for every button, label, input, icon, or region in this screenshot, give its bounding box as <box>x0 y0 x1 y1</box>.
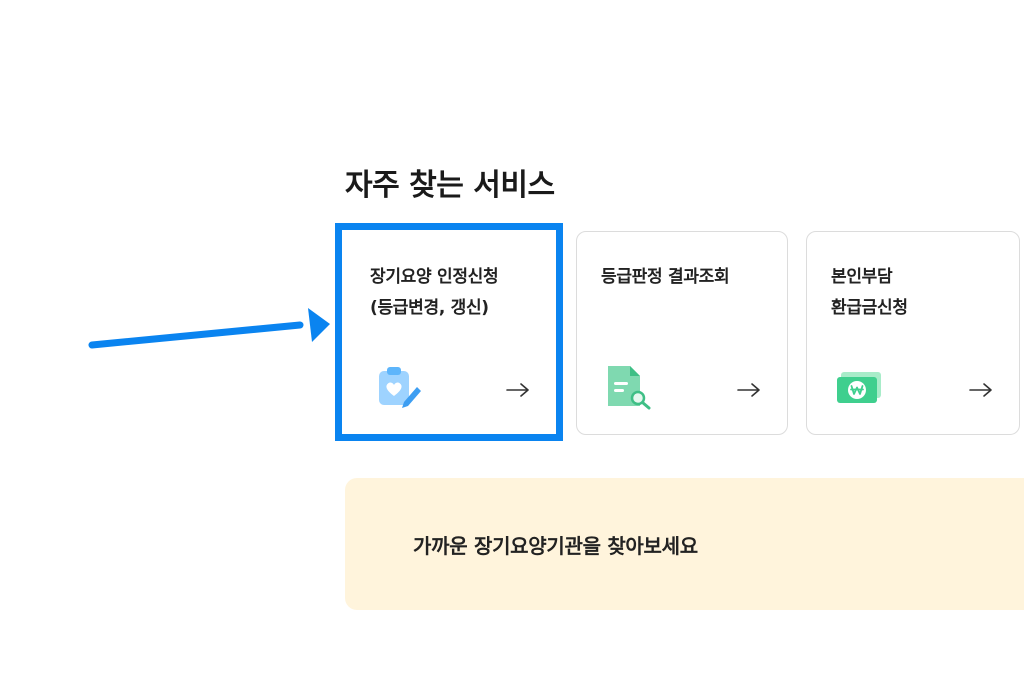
arrow-right-icon <box>737 383 760 397</box>
card-title: 등급판정 결과조회 <box>601 267 730 287</box>
service-card-care-application[interactable]: 장기요양 인정신청 (등급변경, 갱신) <box>345 231 557 435</box>
section-title: 자주 찾는 서비스 <box>345 168 555 203</box>
pointer-arrow-icon <box>88 308 330 349</box>
service-card-refund-application[interactable]: 본인부담 환급금신청 <box>806 231 1020 435</box>
won-banknote-icon <box>837 372 881 403</box>
document-search-icon <box>608 366 651 410</box>
arrow-right-icon <box>969 383 992 397</box>
clipboard-heart-icon <box>379 367 421 408</box>
banner-text: 가까운 장기요양기관을 찾아보세요 <box>413 534 698 558</box>
arrow-right-icon <box>506 383 529 397</box>
page: 자주 찾는 서비스 장기요양 인정신청 (등급변경, 갱신) 등급판정 결과조회 <box>0 0 1024 683</box>
card-title: 장기요양 인정신청 (등급변경, 갱신) <box>370 267 499 318</box>
card-title: 본인부담 환급금신청 <box>831 267 908 318</box>
find-facility-banner[interactable]: 가까운 장기요양기관을 찾아보세요 <box>345 478 1024 610</box>
service-card-grade-result[interactable]: 등급판정 결과조회 <box>576 231 788 435</box>
